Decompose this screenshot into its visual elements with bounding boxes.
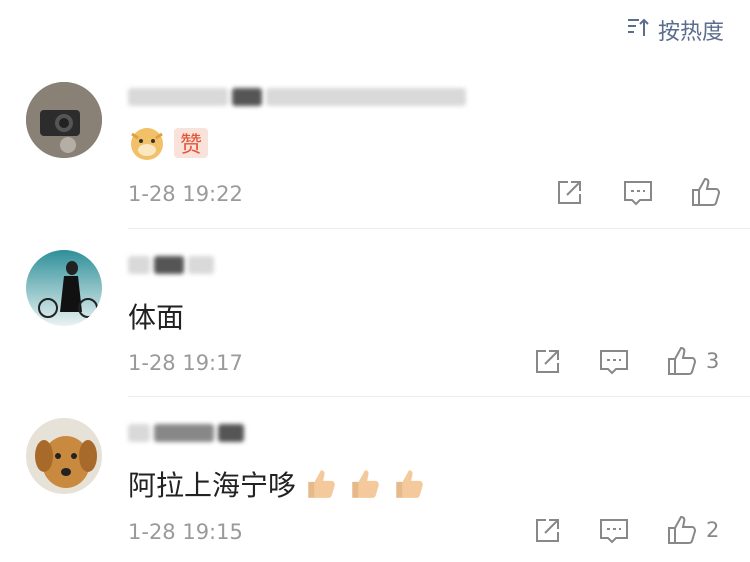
share-icon — [532, 516, 562, 546]
like-button[interactable]: 3 — [666, 345, 719, 377]
comment-text: 阿拉上海宁哆 — [128, 464, 426, 504]
username-redacted[interactable] — [128, 424, 248, 446]
like-button[interactable]: 2 — [666, 514, 719, 546]
share-button[interactable] — [532, 516, 562, 546]
divider — [128, 228, 750, 229]
like-count: 3 — [706, 349, 720, 373]
comment-text: 体面 — [128, 301, 185, 334]
thumbs-up-emoji-icon — [348, 467, 382, 501]
comment-button[interactable] — [622, 178, 654, 208]
comment-time: 1-28 19:17 — [128, 351, 243, 375]
sort-icon — [626, 15, 658, 45]
share-button[interactable] — [532, 347, 562, 377]
like-count: 2 — [706, 518, 720, 542]
like-button[interactable] — [690, 176, 730, 208]
comment-time: 1-28 19:22 — [128, 182, 243, 206]
comment-icon — [598, 516, 630, 546]
comment-text-content: 阿拉上海宁哆 — [128, 469, 297, 502]
username-redacted[interactable] — [128, 88, 470, 110]
comment-button[interactable] — [598, 516, 630, 546]
svg-text:赞: 赞 — [180, 133, 202, 158]
thumbs-up-icon — [666, 514, 698, 546]
sort-label: 按热度 — [657, 20, 724, 45]
sort-toggle[interactable]: 按热度 — [626, 14, 724, 46]
share-icon — [554, 178, 584, 208]
zan-praise-emoji-icon: 赞 — [172, 124, 210, 169]
share-icon — [532, 347, 562, 377]
comment-text: 赞 — [128, 124, 210, 169]
avatar[interactable] — [26, 418, 102, 494]
comment-icon — [622, 178, 654, 208]
comment-time: 1-28 19:15 — [128, 520, 243, 544]
divider — [128, 396, 750, 397]
comment-button[interactable] — [598, 347, 630, 377]
comment-icon — [598, 347, 630, 377]
share-button[interactable] — [554, 178, 584, 208]
thumbs-up-icon — [666, 345, 698, 377]
avatar[interactable] — [26, 82, 102, 158]
thumbs-up-emoji-icon — [392, 467, 426, 501]
username-redacted[interactable] — [128, 256, 218, 278]
avatar[interactable] — [26, 250, 102, 326]
thumbs-up-icon — [690, 176, 722, 208]
doge-emoji-icon — [128, 124, 166, 169]
thumbs-up-emoji-icon — [304, 467, 338, 501]
